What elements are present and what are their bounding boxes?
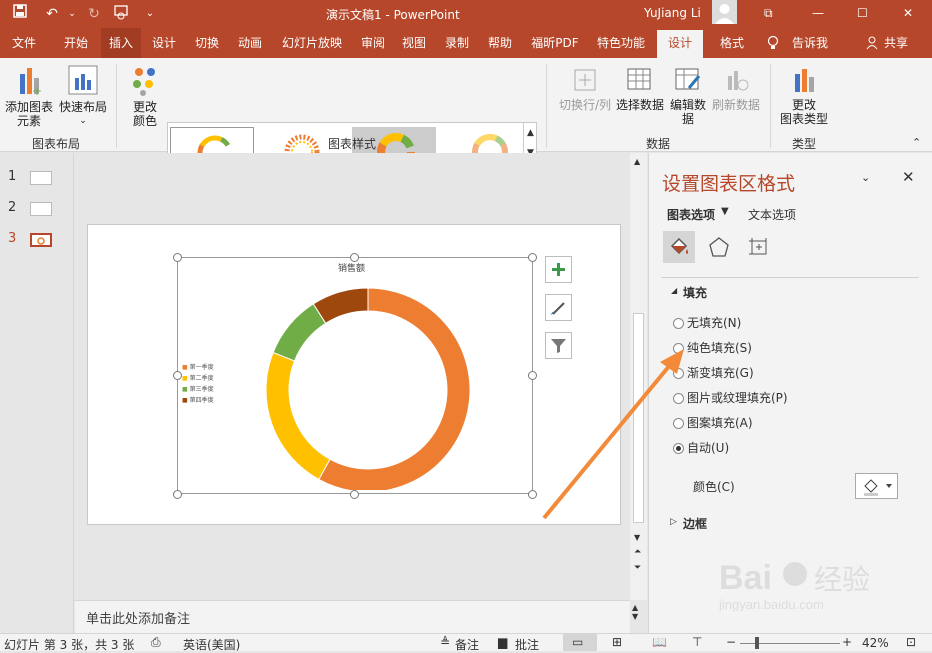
zoom-in-icon[interactable]: +	[842, 635, 852, 649]
slideshow-view-icon[interactable]: ⊤	[692, 635, 702, 649]
zoom-out-icon[interactable]: −	[726, 635, 736, 649]
language-indicator[interactable]: 英语(美国)	[183, 636, 240, 653]
status-bar: 幻灯片 第 3 张，共 3 张 ⎙ 英语(美国) ≜ 备注 ▆ 批注 ▭ ⊞ 📖…	[0, 633, 932, 653]
slide-sorter-icon[interactable]: ⊞	[612, 635, 622, 649]
fit-to-window-icon[interactable]: ⊡	[906, 635, 916, 649]
notes-icon[interactable]: ≜	[440, 635, 450, 649]
comments-icon[interactable]: ▆	[498, 635, 507, 649]
normal-view-icon: ▭	[572, 635, 584, 649]
comments-button[interactable]: 批注	[515, 636, 539, 653]
zoom-level[interactable]: 42%	[862, 636, 889, 650]
zoom-slider-thumb[interactable]	[755, 637, 759, 649]
annotation-arrow	[542, 349, 684, 520]
slide-counter: 幻灯片 第 3 张，共 3 张	[4, 638, 135, 652]
accessibility-icon[interactable]: ⎙	[151, 635, 161, 650]
notes-button[interactable]: 备注	[455, 636, 479, 653]
reading-view-icon[interactable]: 📖	[652, 635, 667, 649]
